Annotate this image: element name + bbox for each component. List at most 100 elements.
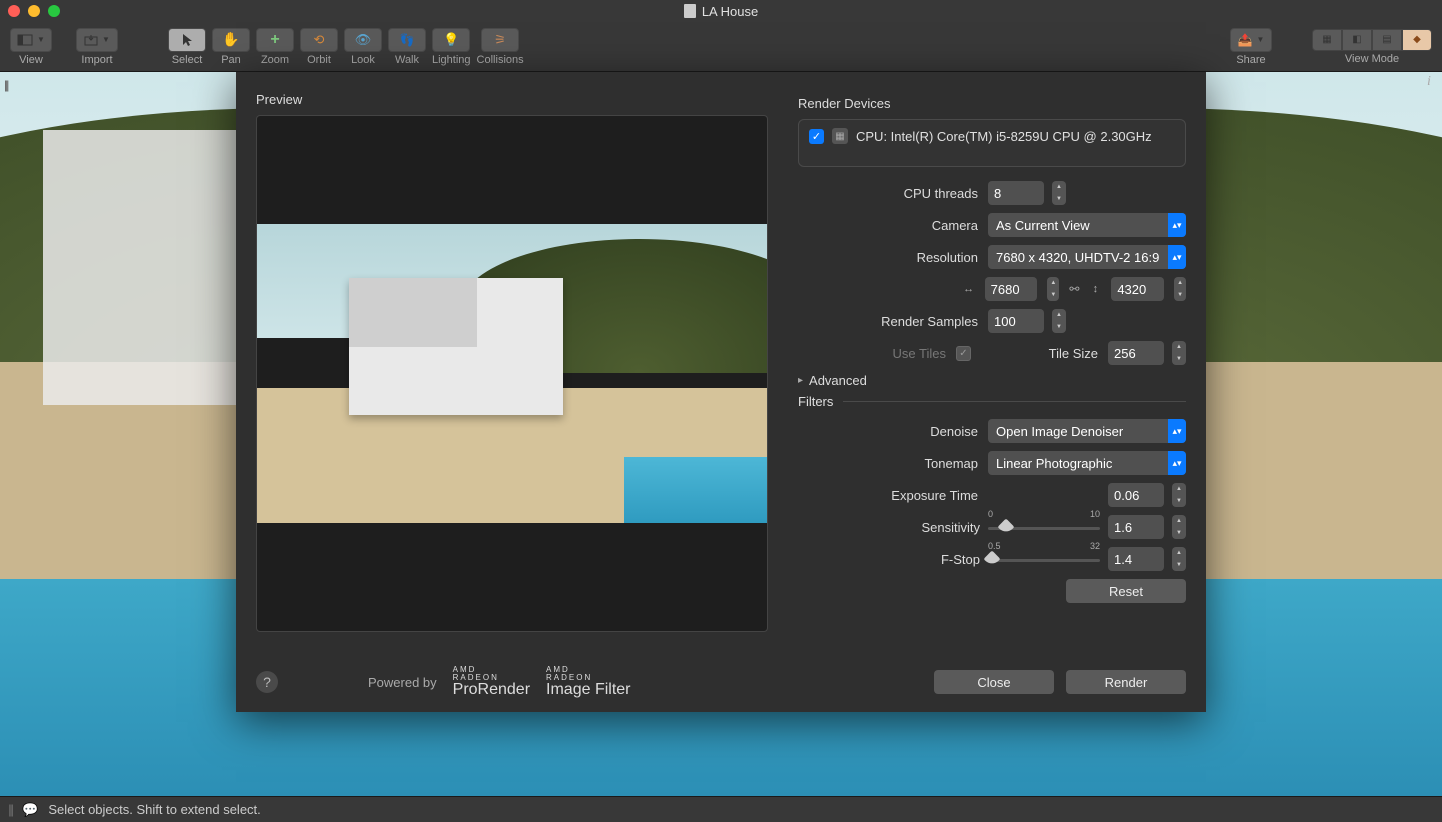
footsteps-icon: 👣 [400,33,415,47]
preview-frame [256,115,768,632]
textured-icon: ▤ [1382,34,1391,45]
fullscreen-window-button[interactable] [48,5,60,17]
cpu-threads-input[interactable]: 8 [988,181,1044,205]
chat-icon[interactable]: 💬 [22,802,38,818]
main-toolbar: ▼ View ▼ Import Select ✋ Pan + Zoom ⟲ [0,22,1442,72]
hand-icon: ✋ [222,31,239,48]
cpu-threads-stepper[interactable]: ▲▼ [1052,181,1066,205]
orbit-tool-button[interactable]: ⟲ [300,28,338,52]
share-icon: 📤 [1238,33,1253,47]
render-button[interactable]: Render [1066,670,1186,694]
orbit-label: Orbit [307,54,331,66]
camera-label: Camera [798,218,980,233]
exposure-input[interactable]: 0.06 [1108,483,1164,507]
solid-icon: ◧ [1352,34,1361,45]
lighting-tool-button[interactable]: 💡 [432,28,470,52]
advanced-disclosure[interactable]: ▸ Advanced [798,373,1186,388]
height-stepper[interactable]: ▲▼ [1174,277,1186,301]
fstop-stepper[interactable]: ▲▼ [1172,547,1186,571]
dialog-footer: ? Powered by AMD RADEON ProRender AMD RA… [236,652,1206,712]
settings-panel: Render Devices ✓ ▦ CPU: Intel(R) Core(TM… [788,72,1206,652]
chevron-updown-icon: ▴▾ [1168,245,1186,269]
document-title: LA House [702,4,758,19]
share-menu-button[interactable]: 📤▼ [1230,28,1272,52]
view-mode-segmented[interactable]: ▦ ◧ ▤ ◆ [1312,29,1432,51]
panel-handle-icon[interactable]: ||| [8,802,12,817]
fstop-label: F-Stop [798,552,980,567]
view-mode-label: View Mode [1345,53,1399,65]
info-button[interactable]: i [1420,74,1438,90]
zoom-icon: + [270,31,279,49]
filters-title: Filters [798,394,833,409]
view-label: View [19,54,43,66]
view-mode-1[interactable]: ▦ [1312,29,1342,51]
cpu-device-checkbox[interactable]: ✓ [809,129,824,144]
close-button[interactable]: Close [934,670,1054,694]
collisions-tool-button[interactable]: ⚞ [481,28,519,52]
reset-button[interactable]: Reset [1066,579,1186,603]
bulb-icon: 💡 [443,32,459,48]
collisions-label: Collisions [477,54,524,66]
zoom-tool-button[interactable]: + [256,28,294,52]
view-mode-3[interactable]: ▤ [1372,29,1402,51]
wireframe-icon: ▦ [1322,34,1331,45]
walk-tool-button[interactable]: 👣 [388,28,426,52]
denoise-select[interactable]: Open Image Denoiser ▴▾ [988,419,1186,443]
import-menu-button[interactable]: ▼ [76,28,118,52]
share-label: Share [1236,54,1265,66]
fstop-input[interactable]: 1.4 [1108,547,1164,571]
sensitivity-input[interactable]: 1.6 [1108,515,1164,539]
fstop-slider[interactable]: 0.5 32 [988,547,1100,571]
use-tiles-checkbox[interactable]: ✓ [956,346,971,361]
tonemap-select[interactable]: Linear Photographic ▴▾ [988,451,1186,475]
width-icon: ↔ [963,282,975,296]
preview-panel: Preview [236,72,788,652]
advanced-label: Advanced [809,373,867,388]
view-mode-2[interactable]: ◧ [1342,29,1372,51]
width-input[interactable]: 7680 [985,277,1038,301]
samples-label: Render Samples [798,314,980,329]
view-icon [17,34,33,46]
tile-size-stepper[interactable]: ▲▼ [1172,341,1186,365]
select-tool-button[interactable] [168,28,206,52]
help-button[interactable]: ? [256,671,278,693]
import-label: Import [81,54,112,66]
powered-by-label: Powered by [368,675,437,690]
tile-size-input[interactable]: 256 [1108,341,1164,365]
close-window-button[interactable] [8,5,20,17]
chevron-updown-icon: ▴▾ [1168,213,1186,237]
cursor-icon [181,33,193,47]
link-dimensions-icon[interactable]: ⚯ [1069,282,1079,296]
chevron-right-icon: ▸ [798,375,803,386]
resolution-label: Resolution [798,250,980,265]
panel-handle-icon[interactable]: ||| [4,78,7,92]
view-mode-4[interactable]: ◆ [1402,29,1432,51]
walk-label: Walk [395,54,419,66]
denoise-label: Denoise [798,424,980,439]
height-input[interactable]: 4320 [1111,277,1164,301]
title-bar: LA House [0,0,1442,22]
look-tool-button[interactable]: 👁 [344,28,382,52]
pan-tool-button[interactable]: ✋ [212,28,250,52]
sensitivity-slider[interactable]: 0 10 [988,515,1100,539]
look-label: Look [351,54,375,66]
sensitivity-stepper[interactable]: ▲▼ [1172,515,1186,539]
status-bar: ||| 💬 Select objects. Shift to extend se… [0,796,1442,822]
lighting-label: Lighting [432,54,471,66]
width-stepper[interactable]: ▲▼ [1047,277,1059,301]
samples-input[interactable]: 100 [988,309,1044,333]
document-icon [684,4,696,18]
height-icon: ↕ [1089,282,1101,296]
minimize-window-button[interactable] [28,5,40,17]
cpu-device-label: CPU: Intel(R) Core(TM) i5-8259U CPU @ 2.… [856,129,1152,144]
samples-stepper[interactable]: ▲▼ [1052,309,1066,333]
select-label: Select [172,54,203,66]
render-devices-box: ✓ ▦ CPU: Intel(R) Core(TM) i5-8259U CPU … [798,119,1186,167]
status-hint: Select objects. Shift to extend select. [48,802,260,817]
view-menu-button[interactable]: ▼ [10,28,52,52]
rendered-icon: ◆ [1413,34,1421,45]
cpu-threads-label: CPU threads [798,186,980,201]
camera-select[interactable]: As Current View ▴▾ [988,213,1186,237]
resolution-select[interactable]: 7680 x 4320, UHDTV-2 16:9 ▴▾ [988,245,1186,269]
exposure-stepper[interactable]: ▲▼ [1172,483,1186,507]
